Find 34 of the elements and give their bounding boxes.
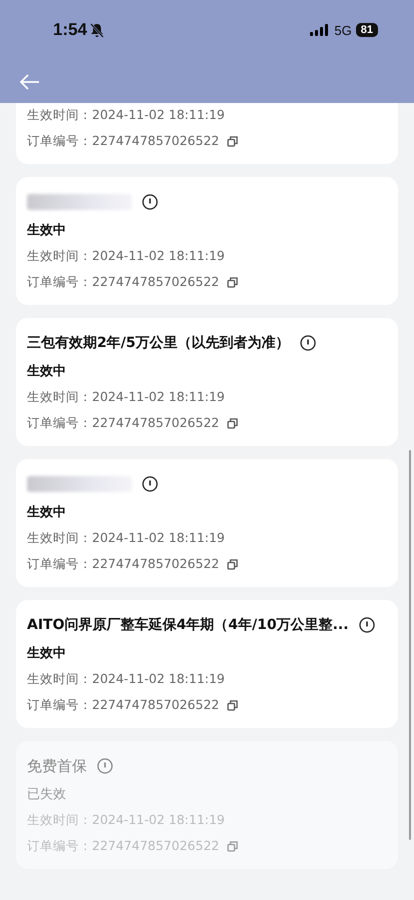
- status-text: 生效中: [27, 645, 67, 662]
- battery-icon: 81: [356, 23, 378, 37]
- copy-icon[interactable]: [227, 700, 238, 711]
- time-text: 生效时间：2024-11-02 18:11:19: [27, 671, 225, 688]
- time-text: 生效时间：2024-11-02 18:11:19: [27, 389, 225, 406]
- time-text: 生效时间：2024-11-02 18:11:19: [27, 248, 225, 265]
- status-text: 生效中: [27, 504, 67, 521]
- order-text: 订单编号：2274747857026522: [27, 133, 220, 150]
- order-text: 订单编号：2274747857026522: [27, 556, 220, 573]
- order-text: 订单编号：2274747857026522: [27, 838, 220, 855]
- copy-icon[interactable]: [227, 277, 238, 288]
- order-text: 订单编号：2274747857026522: [27, 697, 220, 714]
- time-text: 生效时间：2024-11-02 18:11:19: [27, 530, 225, 547]
- card-title: AITO问界原厂整车延保4年期（4年/10万公里整...: [27, 616, 349, 634]
- copy-icon[interactable]: [227, 418, 238, 429]
- card-title: 三包有效期2年/5万公里（以先到者为准）: [27, 334, 290, 352]
- back-icon[interactable]: [20, 74, 40, 90]
- info-icon[interactable]: [300, 335, 316, 351]
- network-label: 5G: [334, 22, 352, 38]
- info-icon[interactable]: [358, 617, 375, 633]
- copy-icon[interactable]: [227, 136, 238, 147]
- card-title: 免费首保: [27, 756, 87, 776]
- time-text: 生效时间：2024-11-02 18:11:19: [27, 107, 225, 124]
- status-time: 1:54: [53, 20, 88, 40]
- status-text: 生效中: [27, 222, 67, 239]
- info-icon[interactable]: [142, 194, 158, 210]
- status-text: 已失效: [27, 786, 67, 803]
- copy-icon[interactable]: [227, 559, 238, 570]
- order-text: 订单编号：2274747857026522: [27, 274, 220, 291]
- info-icon[interactable]: [142, 476, 158, 492]
- order-text: 订单编号：2274747857026522: [27, 415, 220, 432]
- signal-icon: [310, 24, 328, 36]
- status-text: 生效中: [27, 363, 67, 380]
- time-text: 生效时间：2024-11-02 18:11:19: [27, 812, 225, 829]
